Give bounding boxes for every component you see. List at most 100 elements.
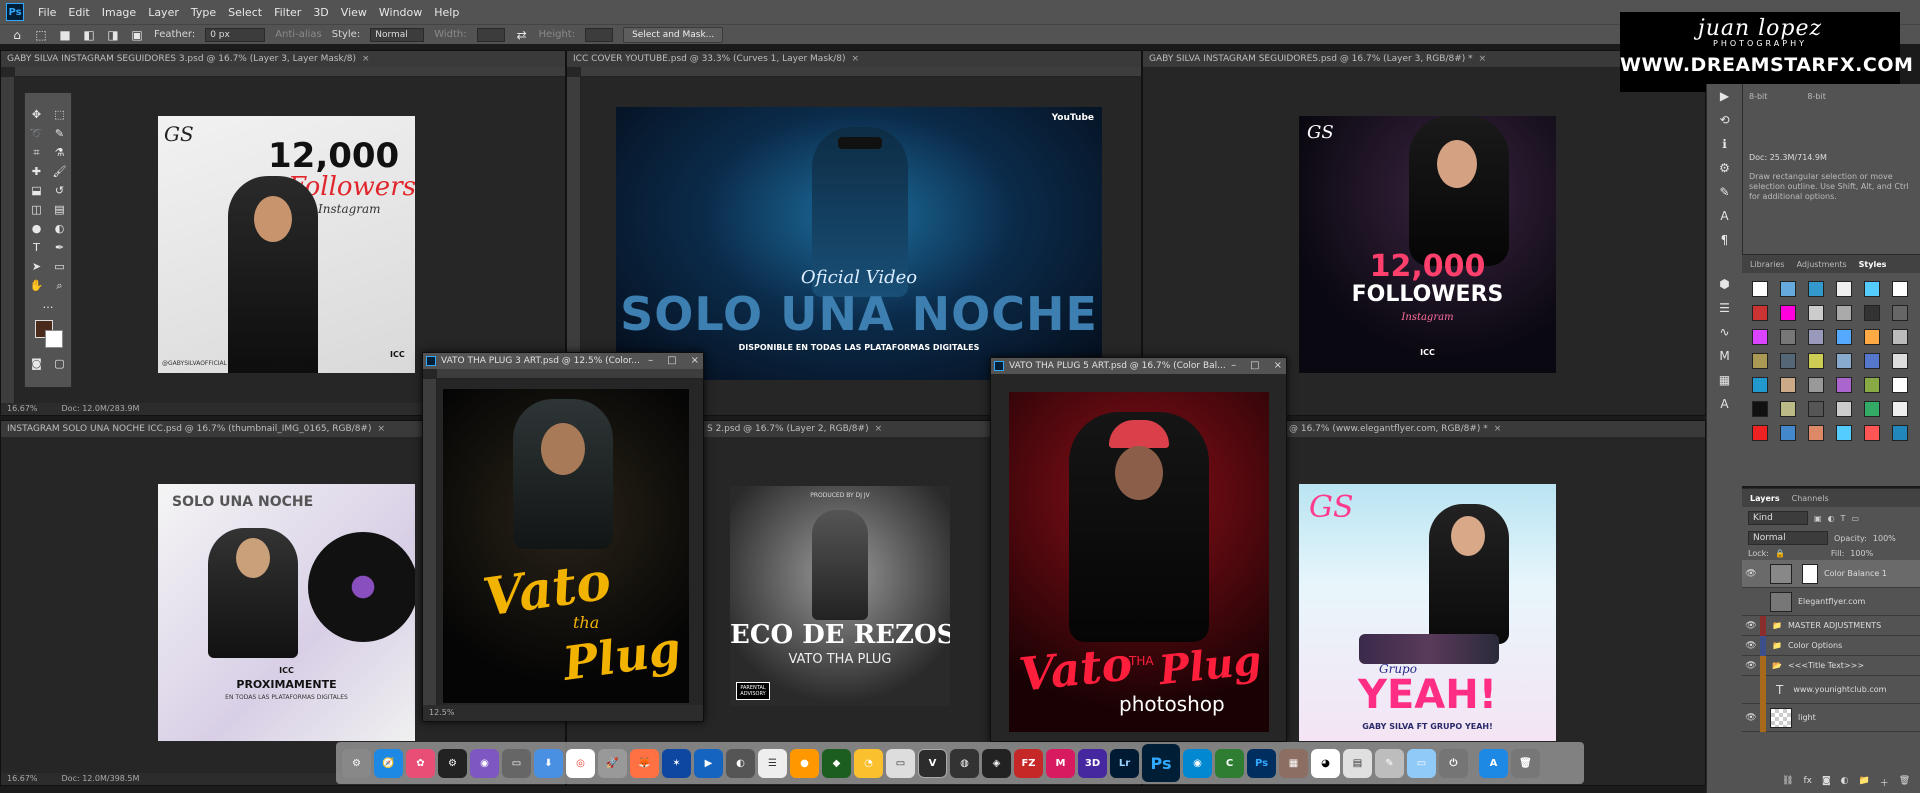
style-preset-swatch[interactable] [1752, 401, 1768, 417]
filter-adjust-icon[interactable]: ◐ [1828, 514, 1835, 523]
tab-channels[interactable]: Channels [1792, 494, 1829, 503]
style-preset-swatch[interactable] [1892, 425, 1908, 441]
fill-value[interactable]: 100% [1850, 549, 1873, 558]
brush-tool-icon[interactable]: 🖌 [52, 164, 68, 180]
style-preset-swatch[interactable] [1808, 329, 1824, 345]
layer-row[interactable]: 👁 light [1742, 703, 1920, 732]
style-preset-swatch[interactable] [1892, 353, 1908, 369]
hand-tool-icon[interactable]: ✋ [29, 278, 45, 294]
layer-row[interactable]: Elegantflyer.com [1742, 588, 1920, 616]
app-icon[interactable]: ● [790, 748, 819, 778]
width-input[interactable] [476, 27, 505, 42]
style-preset-swatch[interactable] [1864, 401, 1880, 417]
close-icon[interactable]: × [691, 353, 699, 369]
eyedropper-tool-icon[interactable]: ⚗ [52, 145, 68, 161]
app-icon[interactable]: ✶ [662, 748, 691, 778]
floating-document-window-1[interactable]: VATO THA PLUG 3 ART.psd @ 12.5% (Color..… [422, 352, 704, 722]
close-icon[interactable]: × [852, 54, 860, 64]
visibility-eye-icon[interactable]: 👁 [1742, 569, 1760, 579]
blur-tool-icon[interactable]: ● [29, 221, 45, 237]
gradient-tool-icon[interactable]: ▤ [52, 202, 68, 218]
healing-brush-tool-icon[interactable]: ✚ [29, 164, 45, 180]
link-layers-icon[interactable]: ⛓ [1782, 776, 1793, 789]
menu-help[interactable]: Help [428, 6, 465, 19]
add-selection-icon[interactable]: ◧ [82, 28, 96, 42]
antialias-checkbox[interactable]: Anti-alias [275, 29, 322, 40]
tab-libraries[interactable]: Libraries [1750, 260, 1785, 269]
notes-icon[interactable]: ☰ [758, 748, 787, 778]
opacity-value[interactable]: 100% [1873, 534, 1896, 543]
rectangle-tool-icon[interactable]: ▭ [52, 259, 68, 275]
app-icon[interactable]: ▦ [1279, 748, 1308, 778]
style-preset-swatch[interactable] [1808, 281, 1824, 297]
new-layer-icon[interactable]: ＋ [1880, 776, 1889, 789]
adjustment-layer-icon[interactable]: ◐ [1841, 776, 1849, 789]
app-icon[interactable]: ▤ [1343, 748, 1372, 778]
lightroom-icon[interactable]: Lr [1110, 748, 1139, 778]
system-prefs-icon[interactable]: ⚙ [342, 748, 371, 778]
new-group-icon[interactable]: 📁 [1859, 776, 1870, 789]
app-icon[interactable]: ▭ [886, 748, 915, 778]
quick-mask-icon[interactable]: ◙ [29, 356, 45, 372]
close-icon[interactable]: × [377, 424, 385, 434]
finder-icon[interactable]: ▭ [502, 748, 531, 778]
style-preset-swatch[interactable] [1808, 401, 1824, 417]
style-preset-swatch[interactable] [1836, 329, 1852, 345]
app-c-icon[interactable]: C [1215, 748, 1244, 778]
subtract-selection-icon[interactable]: ◨ [106, 28, 120, 42]
style-preset-swatch[interactable] [1836, 401, 1852, 417]
style-preset-swatch[interactable] [1752, 281, 1768, 297]
marquee-tool-preset-icon[interactable]: ⬚ [34, 28, 48, 42]
layer-filter-kind[interactable]: Kind [1748, 511, 1808, 525]
style-preset-swatch[interactable] [1752, 353, 1768, 369]
lasso-tool-icon[interactable]: ➰ [29, 126, 45, 142]
style-preset-swatch[interactable] [1864, 305, 1880, 321]
more-tools-icon[interactable]: … [40, 297, 56, 313]
style-preset-swatch[interactable] [1780, 401, 1796, 417]
lock-icon[interactable]: 🔒 [1775, 549, 1785, 558]
davinci-icon[interactable]: ◈ [982, 748, 1011, 778]
style-preset-swatch[interactable] [1808, 305, 1824, 321]
app-icon[interactable]: ◆ [822, 748, 851, 778]
layer-style-icon[interactable]: fx [1803, 776, 1812, 789]
photoshop-icon[interactable]: Ps [1142, 744, 1180, 782]
menu-filter[interactable]: Filter [268, 6, 307, 19]
chrome-icon[interactable]: ◎ [566, 748, 595, 778]
home-icon[interactable]: ⌂ [10, 28, 24, 42]
quick-selection-tool-icon[interactable]: ✎ [52, 126, 68, 142]
visibility-eye-icon[interactable]: 👁 [1742, 621, 1760, 631]
style-preset-swatch[interactable] [1752, 377, 1768, 393]
style-preset-swatch[interactable] [1892, 281, 1908, 297]
style-preset-swatch[interactable] [1836, 377, 1852, 393]
style-preset-swatch[interactable] [1864, 281, 1880, 297]
properties-icon[interactable]: ☰ [1707, 296, 1742, 320]
swap-dimensions-icon[interactable]: ⇄ [515, 28, 529, 42]
app-store-icon[interactable]: A [1479, 748, 1508, 778]
layer-row[interactable]: 👁 📂 <<<Title Text>>> [1742, 655, 1920, 676]
filter-pixel-icon[interactable]: ▣ [1814, 514, 1822, 523]
app-icon[interactable]: ▭ [1407, 748, 1436, 778]
eraser-tool-icon[interactable]: ◫ [29, 202, 45, 218]
firefox-icon[interactable]: 🦊 [630, 748, 659, 778]
background-color-swatch[interactable] [45, 330, 63, 348]
style-preset-swatch[interactable] [1864, 377, 1880, 393]
photos-icon[interactable]: ✿ [406, 748, 435, 778]
character-icon[interactable]: A [1707, 204, 1742, 228]
trash-icon[interactable]: 🗑 [1899, 776, 1910, 789]
zoom-tool-icon[interactable]: ⌕ [52, 278, 68, 294]
crop-tool-icon[interactable]: ⌗ [29, 145, 45, 161]
3d-icon[interactable]: ⬢ [1707, 272, 1742, 296]
menu-file[interactable]: File [32, 6, 62, 19]
menu-view[interactable]: View [335, 6, 373, 19]
launchpad-icon[interactable]: 🚀 [598, 748, 627, 778]
feather-input[interactable]: 0 px [205, 27, 266, 42]
style-preset-swatch[interactable] [1752, 329, 1768, 345]
brushes-icon[interactable]: ✎ [1707, 180, 1742, 204]
style-preset-swatch[interactable] [1836, 425, 1852, 441]
close-icon[interactable]: × [1494, 424, 1502, 434]
pen-tool-icon[interactable]: ✒ [52, 240, 68, 256]
style-preset-swatch[interactable] [1892, 305, 1908, 321]
menu-image[interactable]: Image [96, 6, 142, 19]
clone-stamp-tool-icon[interactable]: ⬓ [29, 183, 45, 199]
tab-adjustments[interactable]: Adjustments [1797, 260, 1847, 269]
